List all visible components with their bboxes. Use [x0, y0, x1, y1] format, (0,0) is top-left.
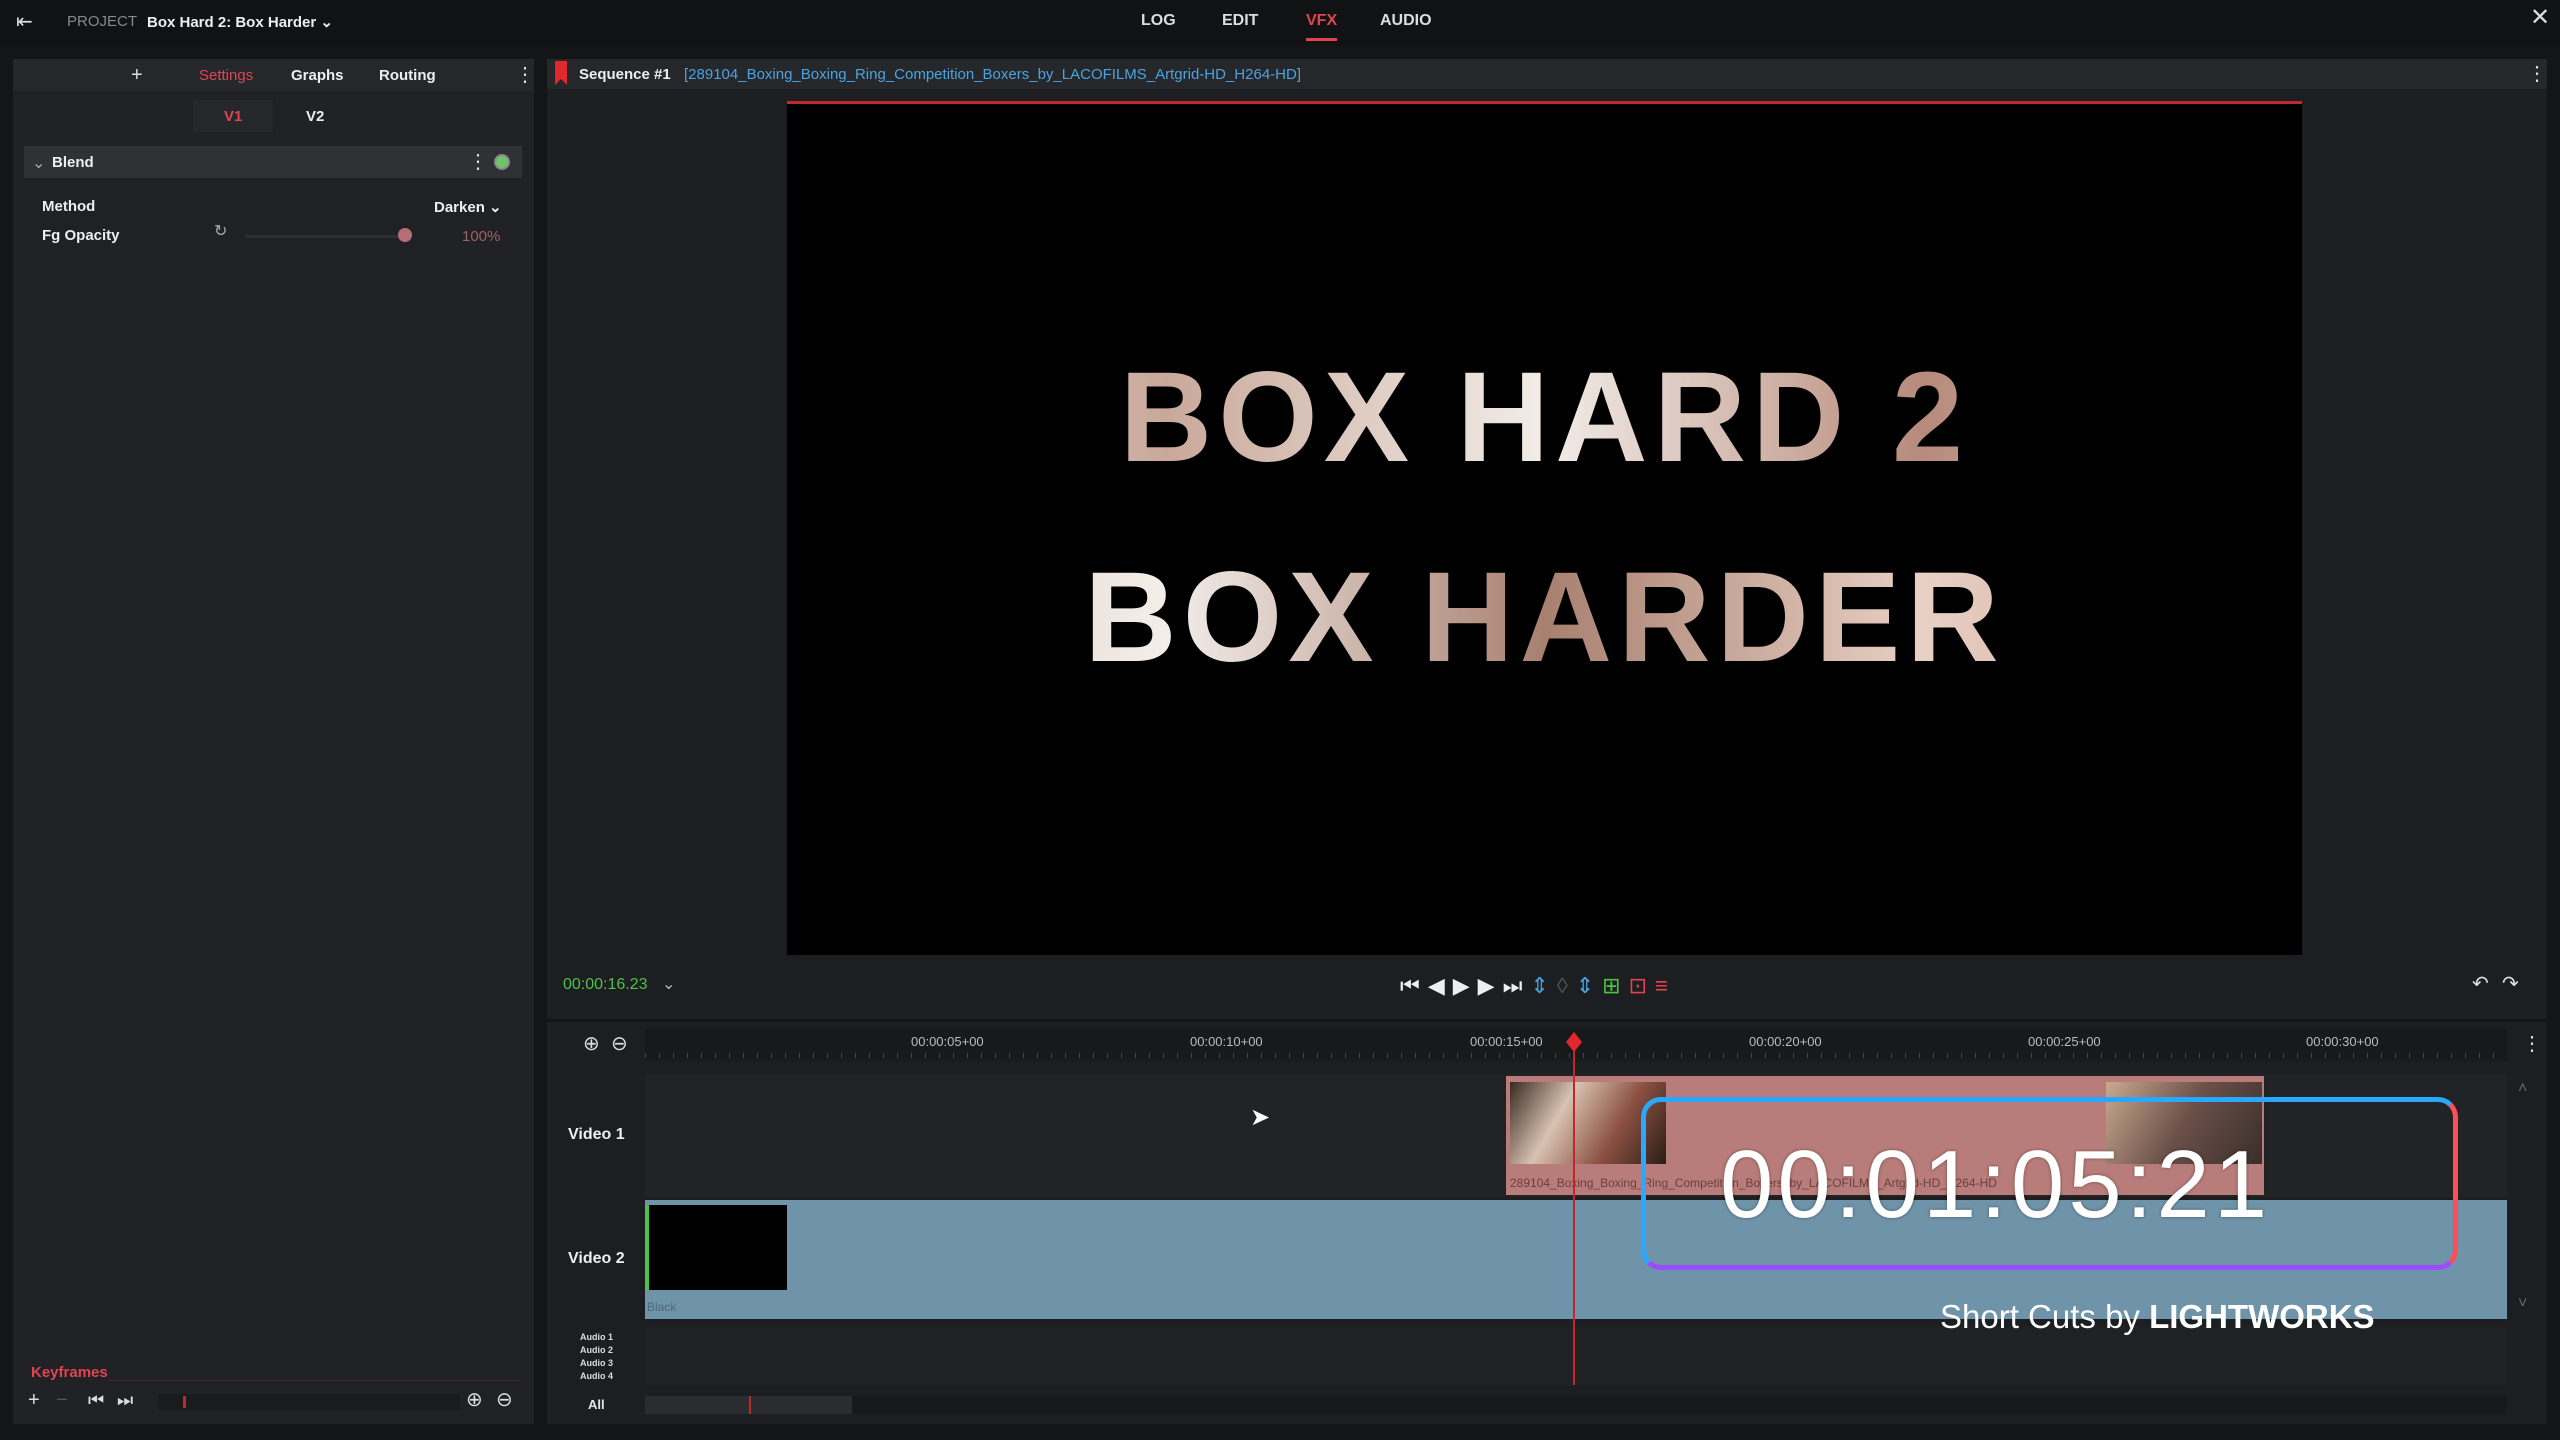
timeline-menu-icon[interactable]: ⋮: [2522, 1034, 2542, 1054]
top-bar: ⇤ PROJECT Box Hard 2: Box Harder ⌄ LOG E…: [0, 0, 2560, 46]
tab-graphs[interactable]: Graphs: [291, 67, 344, 84]
effects-panel: [13, 59, 534, 1424]
fg-opacity-label: Fg Opacity: [42, 227, 120, 244]
fg-opacity-value[interactable]: 100%: [462, 228, 500, 245]
tab-log[interactable]: LOG: [1141, 12, 1176, 30]
tab-settings[interactable]: Settings: [199, 67, 253, 84]
transport-controls: ⏮ ◀ ▶ ▶ ⏭ ⇕ ◊ ⇕ ⊞ ⊡ ≡: [1400, 973, 1668, 999]
track-label-video2: Video 2: [568, 1250, 625, 1267]
lift-icon[interactable]: ⊡: [1629, 973, 1647, 999]
tab-audio[interactable]: AUDIO: [1380, 12, 1432, 30]
audio-track-label: Audio 1: [580, 1332, 613, 1342]
layer-tab-v2[interactable]: V2: [306, 108, 324, 125]
fg-opacity-slider[interactable]: [245, 235, 405, 238]
step-back-icon[interactable]: ◀: [1428, 973, 1445, 999]
add-effect-icon[interactable]: +: [131, 65, 143, 85]
layer-v1-label: V1: [224, 108, 243, 125]
overlay-timecode: 00:01:05:21: [1720, 1131, 2272, 1238]
ruler-label: 00:00:15+00: [1470, 1034, 1543, 1049]
audio-track-label: Audio 4: [580, 1371, 613, 1381]
shortcuts-branding: Short Cuts by LIGHTWORKS: [1940, 1298, 2375, 1336]
redo-icon[interactable]: ↷: [2502, 974, 2519, 994]
effects-tabs: + Settings Graphs Routing ⋮: [13, 59, 535, 91]
blend-effect-header[interactable]: ⌄ Blend ⋮: [24, 146, 522, 178]
reset-icon[interactable]: ↻: [214, 224, 227, 240]
chevron-down-icon: ⌄: [320, 14, 333, 31]
zoom-out-icon[interactable]: ⊖: [496, 1390, 513, 1410]
tab-edit[interactable]: EDIT: [1222, 12, 1258, 30]
more-options-icon[interactable]: ⋮: [515, 65, 535, 85]
sequence-label: Sequence #1: [579, 66, 671, 83]
tab-vfx[interactable]: VFX: [1306, 12, 1338, 41]
all-tracks-label[interactable]: All: [588, 1397, 605, 1412]
keyframe-playhead[interactable]: [183, 1396, 186, 1408]
ruler-label: 00:00:10+00: [1190, 1034, 1263, 1049]
extract-icon[interactable]: ≡: [1655, 973, 1668, 999]
project-name-dropdown[interactable]: Box Hard 2: Box Harder ⌄: [147, 13, 333, 31]
method-dropdown[interactable]: Darken ⌄: [434, 198, 502, 216]
video-frame[interactable]: BOX HARD 2 BOX HARDER: [787, 101, 2302, 955]
mark-in-icon[interactable]: ⇕: [1530, 973, 1548, 999]
audio-track-label: Audio 3: [580, 1358, 613, 1368]
viewer-menu-icon[interactable]: ⋮: [2527, 64, 2547, 84]
ruler-label: 00:00:25+00: [2028, 1034, 2101, 1049]
bookmark-icon: [555, 61, 567, 85]
track-label-video1: Video 1: [568, 1126, 625, 1143]
mouse-cursor-icon: ➤: [1250, 1104, 1271, 1131]
method-value: Darken: [434, 199, 485, 216]
step-forward-icon[interactable]: ▶: [1478, 973, 1495, 999]
project-name: Box Hard 2: Box Harder: [147, 14, 317, 31]
project-label: PROJECT: [67, 13, 138, 30]
timecode-display[interactable]: 00:00:16.23: [563, 976, 648, 994]
insert-icon[interactable]: ⊞: [1602, 973, 1620, 999]
close-icon[interactable]: ✕: [2530, 6, 2550, 30]
effect-name: Blend: [52, 154, 94, 171]
mark-out-icon[interactable]: ⇕: [1576, 973, 1594, 999]
ruler-label: 00:00:30+00: [2306, 1034, 2379, 1049]
layer-tab-v1[interactable]: V1: [193, 100, 273, 132]
add-keyframe-icon[interactable]: +: [28, 1390, 40, 1410]
tab-routing[interactable]: Routing: [379, 67, 436, 84]
timeline-overview[interactable]: [645, 1396, 2507, 1414]
effect-menu-icon[interactable]: ⋮: [468, 152, 488, 172]
play-icon[interactable]: ▶: [1453, 973, 1470, 999]
zoom-in-icon[interactable]: ⊕: [466, 1390, 483, 1410]
ruler-label: 00:00:05+00: [911, 1034, 984, 1049]
playhead-line[interactable]: [1573, 1040, 1575, 1385]
black-clip-thumbnail: [645, 1205, 787, 1290]
brand-name: LIGHTWORKS: [2149, 1298, 2375, 1335]
remove-keyframe-icon[interactable]: −: [56, 1390, 68, 1410]
go-to-end-icon[interactable]: ⏭: [1503, 973, 1523, 999]
overview-playhead: [749, 1396, 751, 1414]
title-line-2: BOX HARDER: [787, 554, 2302, 682]
timeline-zoom-out-icon[interactable]: ⊖: [611, 1034, 628, 1054]
brand-prefix: Short Cuts by: [1940, 1298, 2140, 1335]
clear-marks-icon[interactable]: ◊: [1557, 973, 1568, 999]
keyframes-label: Keyframes: [31, 1364, 108, 1381]
clip-name-link[interactable]: [289104_Boxing_Boxing_Ring_Competition_B…: [684, 66, 1301, 83]
scroll-up-icon[interactable]: ˄: [2518, 1080, 2527, 1098]
title-line-1: BOX HARD 2: [787, 354, 2302, 482]
method-label: Method: [42, 198, 96, 215]
effect-enabled-toggle[interactable]: [494, 154, 510, 170]
audio-track-labels: Audio 1 Audio 2 Audio 3 Audio 4: [580, 1331, 613, 1383]
clip-name: Black: [647, 1300, 677, 1314]
undo-icon[interactable]: ↶: [2472, 974, 2489, 994]
viewer-header: Sequence #1 [289104_Boxing_Boxing_Ring_C…: [547, 59, 2547, 89]
timeline-zoom-in-icon[interactable]: ⊕: [583, 1034, 600, 1054]
scroll-down-icon[interactable]: ˅: [2518, 1295, 2527, 1313]
go-to-start-icon[interactable]: ⏮: [1400, 973, 1420, 999]
keyframes-divider: [110, 1380, 520, 1381]
ruler-label: 00:00:20+00: [1749, 1034, 1822, 1049]
chevron-down-icon: ⌄: [32, 155, 46, 172]
fg-opacity-slider-handle[interactable]: [398, 228, 412, 242]
previous-keyframe-icon[interactable]: ⏮: [88, 1391, 104, 1409]
audio-track-label: Audio 2: [580, 1345, 613, 1355]
exit-icon[interactable]: ⇤: [16, 12, 33, 32]
keyframe-track[interactable]: [158, 1394, 460, 1410]
next-keyframe-icon[interactable]: ⏭: [117, 1391, 133, 1409]
timecode-dropdown-icon[interactable]: ⌄: [662, 974, 675, 994]
